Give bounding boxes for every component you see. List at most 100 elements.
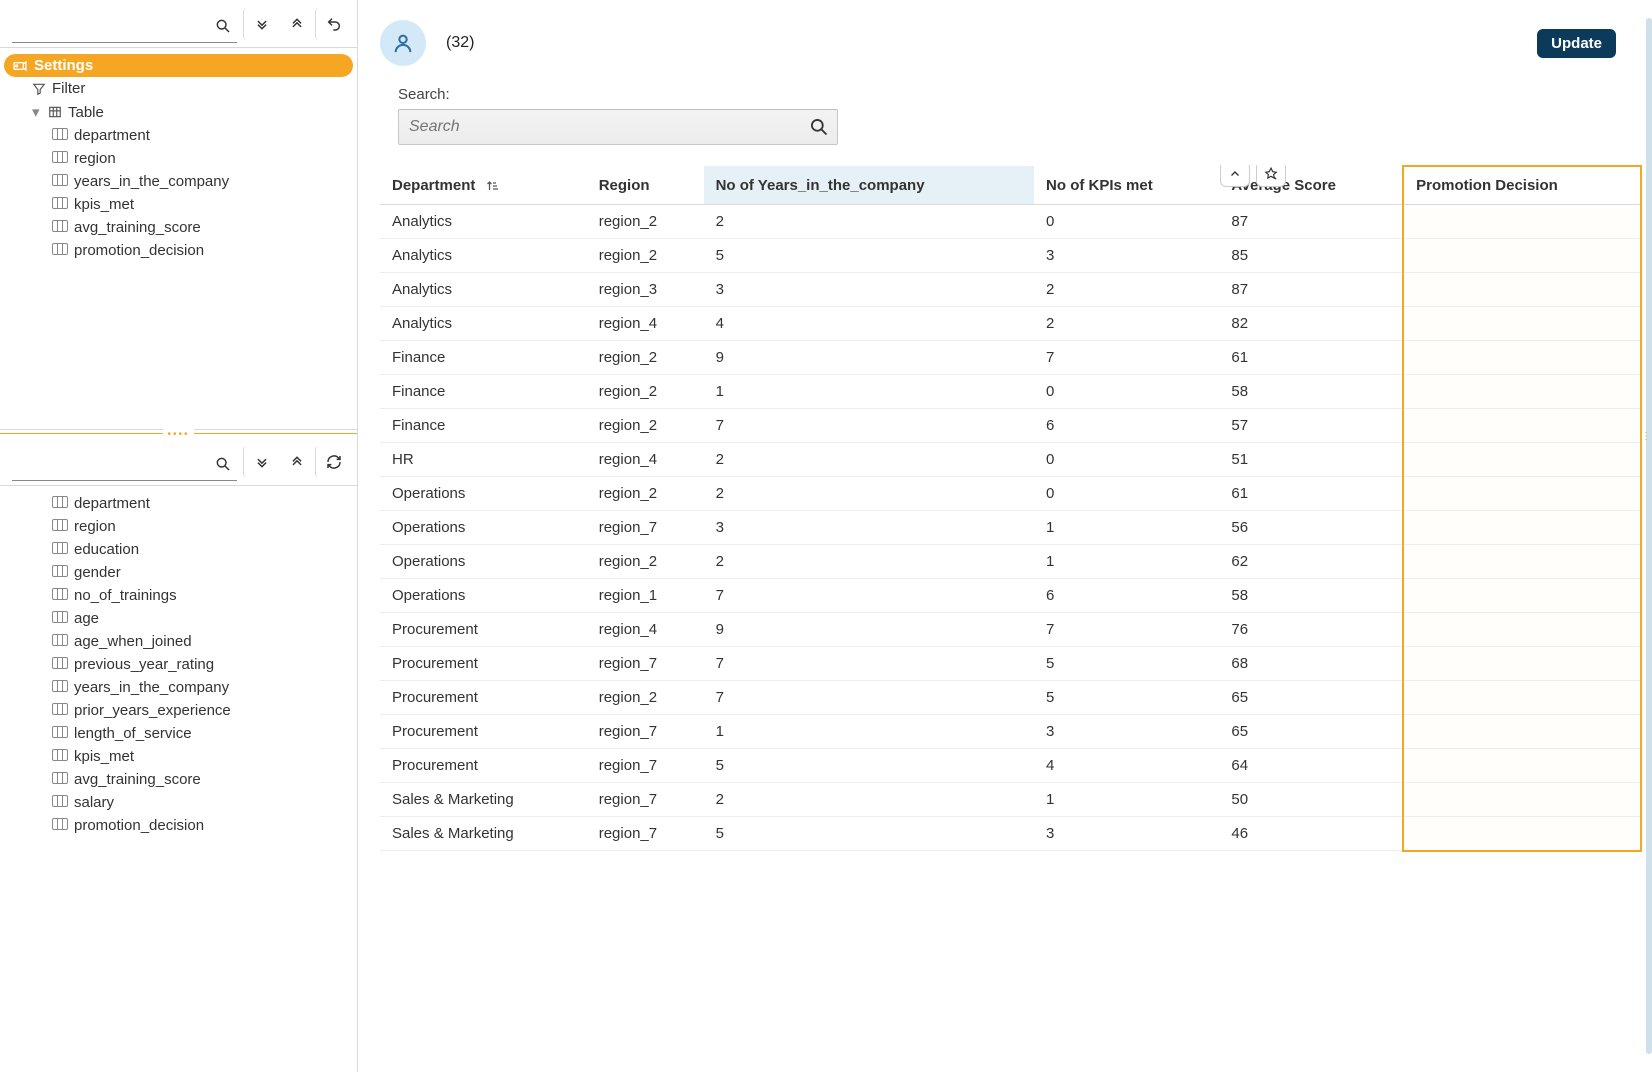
- cell-decision[interactable]: [1403, 511, 1641, 545]
- search-icon[interactable]: [209, 448, 237, 480]
- sidebar-bottom-search-input[interactable]: [12, 452, 209, 476]
- table-row[interactable]: Operationsregion_22061: [380, 477, 1641, 511]
- sidebar.top-item-department[interactable]: department: [4, 124, 353, 147]
- cell-decision[interactable]: [1403, 613, 1641, 647]
- column-header-department[interactable]: Department: [380, 166, 587, 205]
- table-row[interactable]: HRregion_42051: [380, 443, 1641, 477]
- table-icon: [48, 105, 62, 119]
- sidebar.bottom-item-no-of-trainings[interactable]: no_of_trainings: [4, 584, 353, 607]
- cell-region: region_7: [587, 715, 704, 749]
- vertical-splitter-handle[interactable]: ⋮⋮: [1646, 430, 1652, 442]
- table-row[interactable]: Analyticsregion_44282: [380, 307, 1641, 341]
- sidebar.bottom-item-promotion-decision[interactable]: promotion_decision: [4, 814, 353, 837]
- cell-decision[interactable]: [1403, 443, 1641, 477]
- search-icon[interactable]: [209, 10, 237, 42]
- main-search-input[interactable]: [407, 117, 809, 137]
- cell-decision[interactable]: [1403, 647, 1641, 681]
- cell-decision[interactable]: [1403, 205, 1641, 239]
- expand-down-icon[interactable]: [243, 446, 279, 478]
- cell-score: 46: [1219, 817, 1403, 851]
- cell-years: 9: [704, 341, 1034, 375]
- sidebar.bottom-item-length-of-service[interactable]: length_of_service: [4, 722, 353, 745]
- cell-decision[interactable]: [1403, 477, 1641, 511]
- cell-years: 4: [704, 307, 1034, 341]
- sidebar.top-item-filter[interactable]: Filter: [4, 77, 353, 100]
- sidebar.bottom-item-region[interactable]: region: [4, 515, 353, 538]
- collapse-up-icon[interactable]: [279, 446, 315, 478]
- sidebar-top-search-input[interactable]: [12, 14, 209, 38]
- cell-decision[interactable]: [1403, 715, 1641, 749]
- sidebar.top-item-promotion-decision[interactable]: promotion_decision: [4, 239, 353, 262]
- sidebar.bottom-item-gender[interactable]: gender: [4, 561, 353, 584]
- sidebar.top-item-avg-training-score[interactable]: avg_training_score: [4, 216, 353, 239]
- column-header-region[interactable]: Region: [587, 166, 704, 205]
- sidebar.bottom-item-age[interactable]: age: [4, 607, 353, 630]
- tree-item-label: years_in_the_company: [74, 173, 345, 190]
- sidebar.bottom-item-previous-year-rating[interactable]: previous_year_rating: [4, 653, 353, 676]
- expand-down-icon[interactable]: [243, 8, 279, 40]
- column-header-no-of-years-in-the-company[interactable]: No of Years_in_the_company: [704, 166, 1034, 205]
- cell-decision[interactable]: [1403, 579, 1641, 613]
- main-scrollbar[interactable]: [1646, 18, 1652, 1054]
- sidebar-top-search[interactable]: [12, 10, 237, 43]
- sidebar.top-item-region[interactable]: region: [4, 147, 353, 170]
- table-row[interactable]: Procurementregion_71365: [380, 715, 1641, 749]
- table-row[interactable]: Analyticsregion_22087: [380, 205, 1641, 239]
- sidebar.bottom-item-salary[interactable]: salary: [4, 791, 353, 814]
- sidebar.bottom-item-avg-training-score[interactable]: avg_training_score: [4, 768, 353, 791]
- table-row[interactable]: Financeregion_29761: [380, 341, 1641, 375]
- cell-score: 82: [1219, 307, 1403, 341]
- cell-region: region_2: [587, 545, 704, 579]
- sidebar.bottom-item-age-when-joined[interactable]: age_when_joined: [4, 630, 353, 653]
- table-row[interactable]: Operationsregion_17658: [380, 579, 1641, 613]
- cell-decision[interactable]: [1403, 545, 1641, 579]
- table-row[interactable]: Operationsregion_73156: [380, 511, 1641, 545]
- undo-icon[interactable]: [315, 8, 351, 40]
- sidebar.bottom-item-years-in-the-company[interactable]: years_in_the_company: [4, 676, 353, 699]
- update-button[interactable]: Update: [1537, 29, 1616, 58]
- table-row[interactable]: Operationsregion_22162: [380, 545, 1641, 579]
- sidebar.top-item-settings[interactable]: Settings: [4, 54, 353, 77]
- table-row[interactable]: Analyticsregion_25385: [380, 239, 1641, 273]
- cell-department: Procurement: [380, 613, 587, 647]
- collapse-up-icon[interactable]: [279, 8, 315, 40]
- chevron-down-icon[interactable]: ▾: [32, 103, 42, 121]
- table-row[interactable]: Sales & Marketingregion_75346: [380, 817, 1641, 851]
- table-row[interactable]: Financeregion_21058: [380, 375, 1641, 409]
- main-search[interactable]: [398, 109, 838, 145]
- sidebar.bottom-item-department[interactable]: department: [4, 492, 353, 515]
- tree-item-label: gender: [74, 564, 345, 581]
- cell-decision[interactable]: [1403, 341, 1641, 375]
- column-icon: [52, 173, 68, 190]
- table-row[interactable]: Procurementregion_49776: [380, 613, 1641, 647]
- column-header-promotion-decision[interactable]: Promotion Decision: [1403, 166, 1641, 205]
- sidebar.bottom-item-prior-years-experience[interactable]: prior_years_experience: [4, 699, 353, 722]
- cell-decision[interactable]: [1403, 375, 1641, 409]
- cell-decision[interactable]: [1403, 783, 1641, 817]
- column-header-no-of-kpis-met[interactable]: No of KPIs met: [1034, 166, 1219, 205]
- table-row[interactable]: Procurementregion_75464: [380, 749, 1641, 783]
- cell-decision[interactable]: [1403, 239, 1641, 273]
- collapse-column-icon[interactable]: [1220, 165, 1250, 187]
- sidebar-bottom-search[interactable]: [12, 448, 237, 481]
- sidebar.top-item-years-in-the-company[interactable]: years_in_the_company: [4, 170, 353, 193]
- sidebar.bottom-item-education[interactable]: education: [4, 538, 353, 561]
- pin-column-icon[interactable]: [1256, 165, 1286, 187]
- table-row[interactable]: Financeregion_27657: [380, 409, 1641, 443]
- table-row[interactable]: Analyticsregion_33287: [380, 273, 1641, 307]
- sidebar.bottom-item-kpis-met[interactable]: kpis_met: [4, 745, 353, 768]
- cell-decision[interactable]: [1403, 817, 1641, 851]
- sidebar-splitter[interactable]: ••••: [0, 430, 357, 438]
- table-row[interactable]: Procurementregion_27565: [380, 681, 1641, 715]
- refresh-icon[interactable]: [315, 446, 351, 478]
- table-row[interactable]: Sales & Marketingregion_72150: [380, 783, 1641, 817]
- cell-decision[interactable]: [1403, 307, 1641, 341]
- sidebar.top-item-kpis-met[interactable]: kpis_met: [4, 193, 353, 216]
- sidebar.top-item-table[interactable]: ▾Table: [4, 100, 353, 124]
- table-row[interactable]: Procurementregion_77568: [380, 647, 1641, 681]
- cell-decision[interactable]: [1403, 749, 1641, 783]
- cell-decision[interactable]: [1403, 681, 1641, 715]
- cell-decision[interactable]: [1403, 409, 1641, 443]
- search-icon[interactable]: [809, 117, 829, 137]
- cell-decision[interactable]: [1403, 273, 1641, 307]
